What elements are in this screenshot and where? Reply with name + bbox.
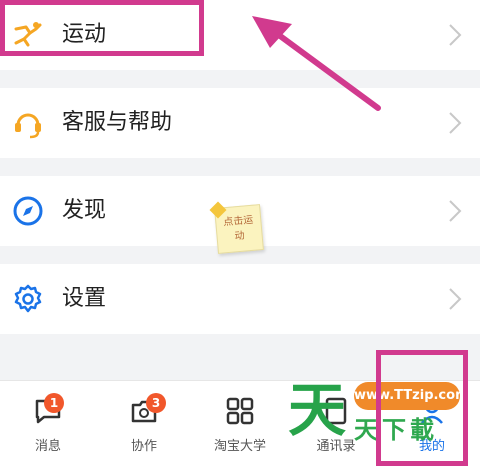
chevron-right-icon <box>449 200 462 222</box>
tab-collaboration-badge: 3 <box>146 393 166 413</box>
grid-apps-icon <box>226 397 254 425</box>
menu-item-service-label: 客服与帮助 <box>62 110 173 135</box>
menu-item-settings-label: 设置 <box>62 286 107 311</box>
tab-taobao-university[interactable]: 淘宝大学 <box>192 381 288 468</box>
tab-taobao-university-label: 淘宝大学 <box>213 439 266 454</box>
gear-icon <box>14 284 42 313</box>
tab-collaboration-label: 协作 <box>130 439 157 454</box>
menu-item-discover-label: 发现 <box>62 198 107 223</box>
tab-messages-badge: 1 <box>44 393 64 413</box>
menu-item-settings[interactable]: 设置 <box>0 264 480 334</box>
tab-messages-label: 消息 <box>34 439 61 454</box>
tab-messages[interactable]: 1 消息 <box>0 381 96 468</box>
chevron-right-icon <box>449 24 462 46</box>
tab-collaboration[interactable]: 3 协作 <box>96 381 192 468</box>
chevron-right-icon <box>449 112 462 134</box>
chevron-right-icon <box>449 288 462 310</box>
highlight-box-sport <box>0 0 204 56</box>
highlight-box-profile-tab <box>376 350 468 466</box>
watermark-logo: 天 <box>288 376 347 444</box>
menu-item-service[interactable]: 客服与帮助 <box>0 88 480 158</box>
compass-icon <box>13 196 43 226</box>
headset-icon <box>15 113 41 139</box>
